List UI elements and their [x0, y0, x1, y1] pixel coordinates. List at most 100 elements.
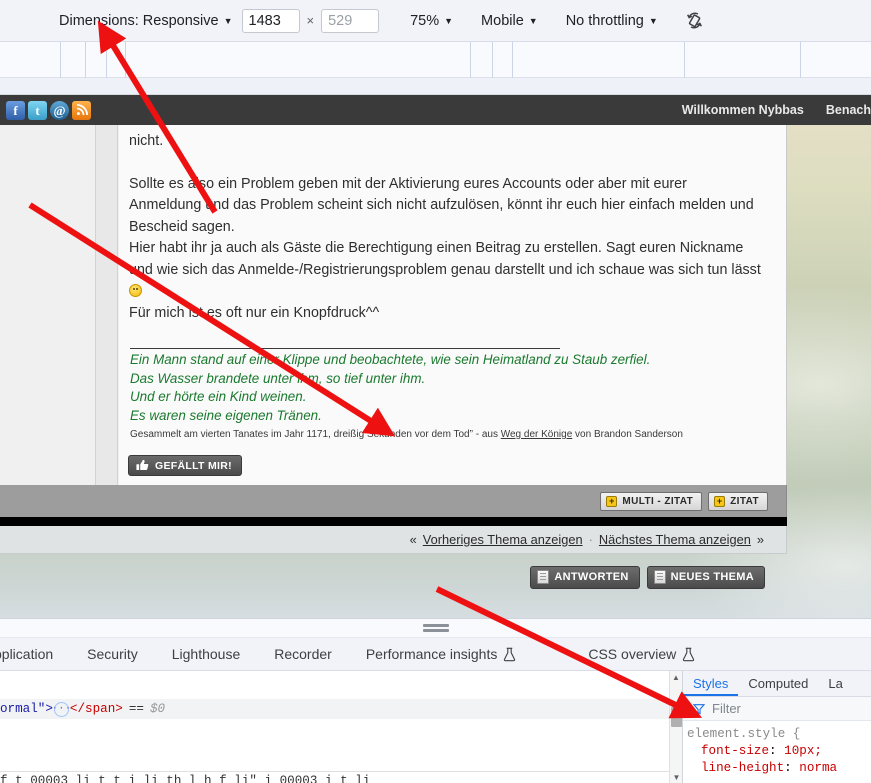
filter-icon	[693, 703, 705, 715]
devtools-panel: pplication Security Lighthouse Recorder …	[0, 618, 871, 783]
dimensions-dropdown[interactable]: Dimensions: Responsive ▼	[50, 8, 242, 34]
chevron-down-icon: ▼	[444, 16, 454, 26]
devtools-split: ormal"> ··· </span> == $0 f t 00003 li t…	[0, 671, 871, 783]
device-mode-toolbar: Dimensions: Responsive ▼ × 75% ▼ Mobile …	[0, 0, 871, 42]
signature-line: Das Wasser brandete unter ihm, so tief u…	[130, 370, 426, 386]
next-chevron-icon: »	[756, 532, 764, 547]
flask-icon	[504, 647, 516, 661]
post-line-1: nicht.	[129, 133, 164, 149]
dimensions-label: Dimensions: Responsive	[59, 12, 219, 29]
tab-performance-insights-label: Performance insights	[365, 646, 498, 662]
thumbs-up-icon	[136, 459, 149, 470]
signature-divider	[130, 348, 560, 349]
styles-filter-placeholder: Filter	[712, 701, 741, 716]
tab-styles-label: Styles	[693, 676, 729, 691]
notifications-link[interactable]: Benach	[826, 103, 871, 117]
device-type-dropdown[interactable]: Mobile ▼	[472, 8, 547, 34]
tab-performance-insights[interactable]: Performance insights	[349, 638, 534, 671]
prev-chevron-icon: «	[409, 532, 417, 547]
tab-lighthouse[interactable]: Lighthouse	[155, 638, 258, 671]
tab-css-overview[interactable]: CSS overview	[571, 638, 712, 671]
dom-node-prefix: ormal">	[0, 702, 53, 716]
zoom-label: 75%	[410, 12, 440, 29]
devtools-tab-bar: pplication Security Lighthouse Recorder …	[0, 638, 871, 671]
like-button-label: GEFÄLLT MIR!	[155, 459, 232, 472]
document-icon	[537, 570, 550, 584]
tab-layout[interactable]: La	[818, 676, 852, 696]
css-declaration[interactable]: line-height: norma	[687, 760, 871, 777]
reply-button[interactable]: ANTWORTEN	[530, 565, 640, 589]
quote-button[interactable]: + ZITAT	[708, 491, 768, 511]
tab-security-label: Security	[87, 646, 138, 662]
facebook-icon[interactable]: f	[6, 100, 25, 120]
throttling-dropdown[interactable]: No throttling ▼	[557, 8, 667, 34]
topic-navigation-bar: « Vorheriges Thema anzeigen · Nächstes T…	[0, 526, 787, 554]
social-icon-row: f t @	[0, 100, 91, 120]
css-property[interactable]: font-size	[687, 744, 769, 758]
css-property[interactable]: line-height	[687, 761, 784, 775]
dom-pane-scrollbar[interactable]: ▲ ▼	[669, 671, 682, 783]
welcome-text: Willkommen Nybbas	[681, 103, 804, 117]
next-topic-link[interactable]: Nächstes Thema anzeigen	[599, 532, 751, 547]
rotate-device-icon[interactable]	[681, 7, 709, 35]
tab-application-label: pplication	[0, 646, 54, 662]
post-bottom-rule	[0, 517, 787, 526]
signature-line: Ein Mann stand auf einer Klippe und beob…	[130, 352, 651, 367]
email-icon[interactable]: @	[50, 100, 69, 120]
smiley-icon	[129, 284, 142, 297]
reply-button-row: ANTWORTEN NEUES THEMA	[0, 557, 787, 597]
post-paragraph-2: Hier habt ihr ja auch als Gäste die Bere…	[129, 238, 762, 303]
viewport-width-input[interactable]	[241, 8, 300, 33]
scrollbar-thumb[interactable]	[671, 707, 682, 727]
flask-icon	[683, 647, 695, 661]
css-value[interactable]: 10px;	[784, 744, 822, 758]
new-topic-button-label: NEUES THEMA	[670, 571, 754, 583]
zoom-dropdown[interactable]: 75% ▼	[401, 8, 462, 34]
quote-label: ZITAT	[730, 495, 759, 507]
rss-icon[interactable]	[72, 100, 91, 120]
tab-application[interactable]: pplication	[0, 638, 70, 671]
tab-lighthouse-label: Lighthouse	[171, 646, 241, 662]
css-value[interactable]: norma	[799, 761, 837, 775]
post-paragraph-1: Sollte es also ein Problem geben mit der…	[129, 175, 754, 235]
previous-topic-link[interactable]: Vorheriges Thema anzeigen	[423, 532, 583, 547]
styles-filter-row[interactable]: Filter	[683, 697, 871, 721]
twitter-icon[interactable]: t	[28, 100, 47, 120]
post-body: nicht. Sollte es also ein Problem geben …	[119, 125, 786, 485]
header-user-area: Willkommen Nybbas Benach	[682, 103, 871, 117]
dom-tree-pane[interactable]: ormal"> ··· </span> == $0 f t 00003 li t…	[0, 671, 669, 783]
styles-rule-list: element.style { font-size: 10px; line-he…	[683, 721, 871, 777]
screenshot-root: Dimensions: Responsive ▼ × 75% ▼ Mobile …	[0, 0, 871, 783]
tab-layout-label: La	[828, 676, 843, 691]
signature-source-post: von Brandon Sanderson	[572, 429, 683, 440]
tab-security[interactable]: Security	[70, 638, 155, 671]
dom-selected-node[interactable]: ormal"> ··· </span> == $0	[0, 699, 669, 719]
nav-separator: ·	[588, 532, 593, 547]
dom-node-ref: $0	[149, 702, 166, 716]
tab-computed-label: Computed	[748, 676, 809, 691]
page-viewport: f t @ Willkommen Nybbas Benach nicht. So…	[0, 95, 871, 618]
scroll-up-icon[interactable]: ▲	[670, 671, 682, 684]
expand-ellipsis-icon[interactable]: ···	[52, 701, 71, 717]
new-topic-button[interactable]: NEUES THEMA	[646, 565, 765, 589]
tab-recorder[interactable]: Recorder	[257, 638, 349, 671]
drag-grip-icon	[422, 622, 449, 634]
post-signature: Ein Mann stand auf einer Klippe und beob…	[130, 351, 762, 425]
css-declaration[interactable]: font-size: 10px;	[687, 743, 871, 760]
tab-computed[interactable]: Computed	[738, 676, 818, 696]
css-selector[interactable]: element.style {	[687, 726, 871, 743]
viewport-ruler-band	[0, 42, 871, 78]
document-icon	[653, 570, 666, 584]
tab-styles[interactable]: Styles	[683, 676, 739, 696]
dom-clipped-line: f t 00003 li t t i li th l h f li" i 000…	[0, 771, 669, 783]
devtools-resize-handle[interactable]	[0, 619, 871, 638]
chevron-down-icon: ▼	[648, 16, 658, 26]
dom-node-equals: ==	[128, 702, 144, 716]
styles-tab-bar: Styles Computed La	[683, 671, 871, 697]
signature-source-link[interactable]: Weg der Könige	[501, 429, 573, 440]
like-button[interactable]: GEFÄLLT MIR!	[128, 455, 242, 476]
viewport-height-input[interactable]	[321, 8, 380, 33]
post-paragraph-2-text: Hier habt ihr ja auch als Gäste die Bere…	[129, 240, 761, 278]
multi-quote-button[interactable]: + MULTI - ZITAT	[600, 491, 703, 511]
dom-node-closing-tag: </span>	[69, 702, 123, 716]
